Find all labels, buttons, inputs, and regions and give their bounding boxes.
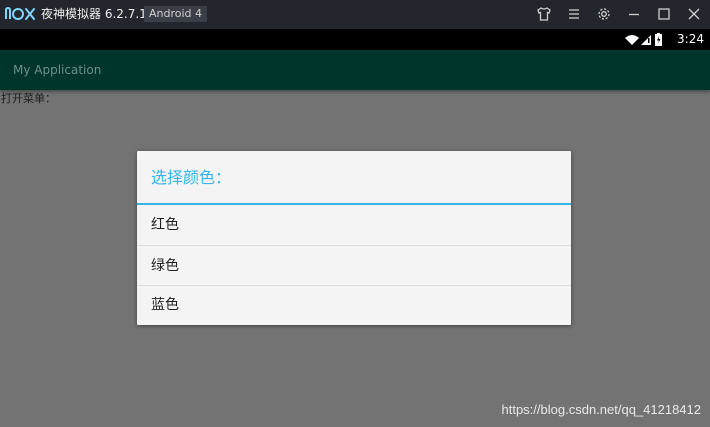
shirt-icon[interactable] [535,5,553,23]
status-time: 3:24 [677,32,704,46]
dialog-item-label: 红色 [151,217,179,233]
dialog-title: 选择颜色： [151,168,232,187]
dialog-item-label: 蓝色 [151,297,179,313]
maximize-icon[interactable] [655,5,673,23]
open-menu-label: 打开菜单： [1,92,56,105]
android-version-badge: Android 4 [144,6,208,22]
signal-icon [641,35,651,45]
menu-icon[interactable] [565,5,583,23]
app-bar: My Application [0,50,710,90]
emulator-title-bar: 夜神模拟器 6.2.7.1 Android 4 [0,0,710,29]
wifi-icon [625,35,639,45]
app-title: My Application [13,63,102,77]
dialog-item-blue[interactable]: 蓝色 [137,285,571,325]
emulator-title: 夜神模拟器 6.2.7.1 [41,7,147,21]
color-picker-dialog: 选择颜色： 红色 绿色 蓝色 [137,151,571,325]
status-icons [625,33,662,46]
gear-icon[interactable] [595,5,613,23]
close-icon[interactable] [685,5,703,23]
watermark: https://blog.csdn.net/qq_41218412 [501,402,702,417]
status-bar: 3:24 [0,29,710,50]
nox-logo-icon [5,6,35,20]
minimize-icon[interactable] [625,5,643,23]
dialog-item-label: 绿色 [151,258,179,274]
battery-icon [655,33,662,46]
dialog-item-red[interactable]: 红色 [137,205,571,245]
dialog-item-green[interactable]: 绿色 [137,246,571,286]
